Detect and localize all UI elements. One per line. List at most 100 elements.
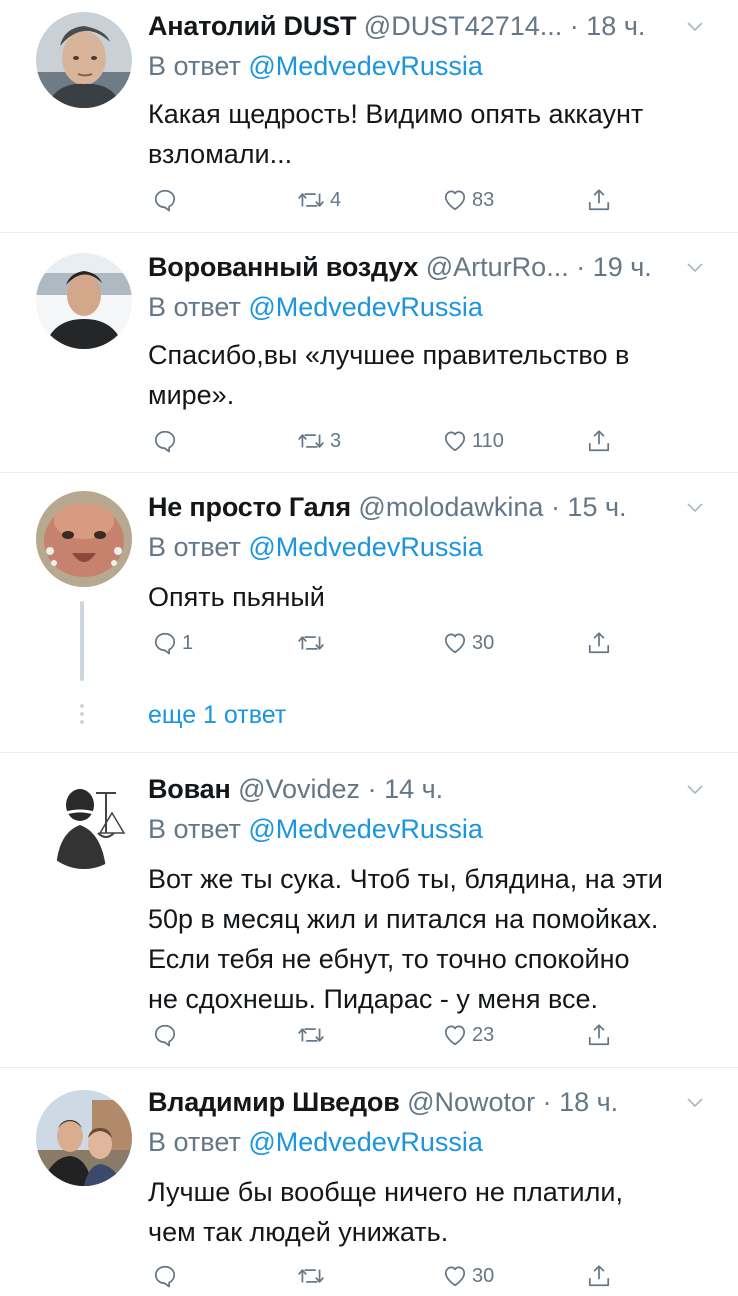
- display-name[interactable]: Владимир Шведов: [148, 1087, 400, 1117]
- reply-context: В ответ @MedvedevRussia: [148, 287, 483, 327]
- retweet-button[interactable]: [296, 1015, 330, 1055]
- reply-context: В ответ @MedvedevRussia: [148, 527, 483, 567]
- like-count: 23: [472, 1023, 495, 1046]
- like-count: 110: [472, 429, 504, 452]
- heart-icon: [442, 1263, 468, 1289]
- heart-icon: [442, 428, 468, 454]
- user-handle[interactable]: @DUST42714...: [364, 11, 563, 41]
- user-handle[interactable]: @molodawkina: [358, 492, 543, 522]
- display-name[interactable]: Не просто Галя: [148, 492, 351, 522]
- user-handle[interactable]: @Nowotor: [407, 1087, 535, 1117]
- share-icon: [586, 630, 612, 656]
- share-icon: [586, 428, 612, 454]
- user-handle[interactable]: @Vovidez: [238, 774, 360, 804]
- heart-icon: [442, 187, 468, 213]
- display-name[interactable]: Вован: [148, 774, 231, 804]
- share-button[interactable]: [586, 623, 612, 663]
- tweet-header: Не просто Галя @molodawkina · 15 ч.: [148, 485, 698, 529]
- reply-context: В ответ @MedvedevRussia: [148, 46, 483, 86]
- tweet-text-line: Если тебя не ебнут, то точно спокойно: [148, 944, 630, 974]
- share-button[interactable]: [586, 1256, 612, 1296]
- retweet-button[interactable]: 3: [296, 421, 341, 461]
- like-count: 30: [472, 631, 495, 654]
- tweet-text-line: Вот же ты сука. Чтоб ты, блядина, на эти: [148, 864, 663, 894]
- timestamp[interactable]: · 14 ч.: [368, 774, 444, 804]
- mention-link[interactable]: @MedvedevRussia: [248, 292, 483, 322]
- reply-prefix: В ответ: [148, 1127, 241, 1157]
- retweet-button[interactable]: 4: [296, 180, 341, 220]
- reply-button[interactable]: [152, 1256, 182, 1296]
- retweet-icon: [296, 1263, 326, 1289]
- retweet-icon: [296, 428, 326, 454]
- reply-icon: [152, 1263, 178, 1289]
- show-more-replies-link[interactable]: еще 1 ответ: [148, 695, 286, 735]
- reply-count: 1: [182, 631, 194, 654]
- avatar[interactable]: [36, 253, 132, 349]
- tweet-actions: 1 30: [0, 623, 738, 663]
- avatar[interactable]: [36, 773, 132, 869]
- chevron-down-icon[interactable]: [683, 14, 707, 38]
- timestamp[interactable]: · 18 ч.: [570, 11, 646, 41]
- tweet-text: Опять пьяный: [148, 577, 708, 617]
- retweet-button[interactable]: [296, 623, 330, 663]
- display-name[interactable]: Анатолий DUST: [148, 11, 356, 41]
- timestamp[interactable]: · 19 ч.: [576, 252, 652, 282]
- tweet-text-line: Опять пьяный: [148, 582, 325, 612]
- tweet-text-line: Какая щедрость! Видимо опять аккаунт: [148, 99, 644, 129]
- retweet-count: 3: [330, 429, 342, 452]
- timestamp[interactable]: · 18 ч.: [543, 1087, 619, 1117]
- reply-button[interactable]: [152, 421, 182, 461]
- tweet-text: Лучше бы вообще ничего не платили, чем т…: [148, 1172, 708, 1252]
- chevron-down-icon[interactable]: [683, 1090, 707, 1114]
- reply-button[interactable]: [152, 180, 182, 220]
- retweet-button[interactable]: [296, 1256, 330, 1296]
- avatar[interactable]: [36, 12, 132, 108]
- tweet[interactable]: Не просто Галя @molodawkina · 15 ч. В от…: [0, 473, 738, 751]
- reply-prefix: В ответ: [148, 51, 241, 81]
- share-button[interactable]: [586, 421, 612, 461]
- timestamp[interactable]: · 15 ч.: [551, 492, 627, 522]
- mention-link[interactable]: @MedvedevRussia: [248, 532, 483, 562]
- user-handle[interactable]: @ArturRo...: [426, 252, 569, 282]
- display-name[interactable]: Ворованный воздух: [148, 252, 418, 282]
- share-button[interactable]: [586, 180, 612, 220]
- retweet-icon: [296, 187, 326, 213]
- tweet-text: Какая щедрость! Видимо опять аккаунт взл…: [148, 94, 708, 174]
- reply-button[interactable]: 1: [152, 623, 193, 663]
- tweet-text-line: Спасибо,вы «лучшее правительство в: [148, 340, 630, 370]
- avatar[interactable]: [36, 491, 132, 587]
- reply-icon: [152, 630, 178, 656]
- mention-link[interactable]: @MedvedevRussia: [248, 1127, 483, 1157]
- heart-icon: [442, 630, 468, 656]
- retweet-icon: [296, 1022, 326, 1048]
- tweet-actions: 4 83: [0, 180, 738, 220]
- like-button[interactable]: 83: [442, 180, 494, 220]
- tweet-text-line: мире».: [148, 380, 235, 410]
- reply-icon: [152, 1022, 178, 1048]
- tweet[interactable]: Владимир Шведов @Nowotor · 18 ч. В ответ…: [0, 1068, 738, 1280]
- mention-link[interactable]: @MedvedevRussia: [248, 814, 483, 844]
- like-count: 30: [472, 1264, 495, 1287]
- avatar[interactable]: [36, 1090, 132, 1186]
- reply-button[interactable]: [152, 1015, 182, 1055]
- mention-link[interactable]: @MedvedevRussia: [248, 51, 483, 81]
- tweet-text: Вот же ты сука. Чтоб ты, блядина, на эти…: [148, 859, 718, 1019]
- share-button[interactable]: [586, 1015, 612, 1055]
- tweet-header: Ворованный воздух @ArturRo... · 19 ч.: [148, 245, 698, 289]
- chevron-down-icon[interactable]: [683, 495, 707, 519]
- tweet[interactable]: Анатолий DUST @DUST42714... · 18 ч. В от…: [0, 0, 738, 232]
- retweet-count: 4: [330, 188, 342, 211]
- reply-icon: [152, 428, 178, 454]
- tweet-actions: 23: [0, 1015, 738, 1055]
- like-button[interactable]: 30: [442, 1256, 494, 1296]
- chevron-down-icon[interactable]: [683, 255, 707, 279]
- like-button[interactable]: 23: [442, 1015, 494, 1055]
- share-icon: [586, 187, 612, 213]
- reply-context: В ответ @MedvedevRussia: [148, 809, 483, 849]
- chevron-down-icon[interactable]: [683, 777, 707, 801]
- tweet[interactable]: Ворованный воздух @ArturRo... · 19 ч. В …: [0, 233, 738, 471]
- tweet[interactable]: Вован @Vovidez · 14 ч. В ответ @Medvedev…: [0, 753, 738, 1067]
- like-button[interactable]: 30: [442, 623, 494, 663]
- like-button[interactable]: 110: [442, 421, 504, 461]
- reply-prefix: В ответ: [148, 814, 241, 844]
